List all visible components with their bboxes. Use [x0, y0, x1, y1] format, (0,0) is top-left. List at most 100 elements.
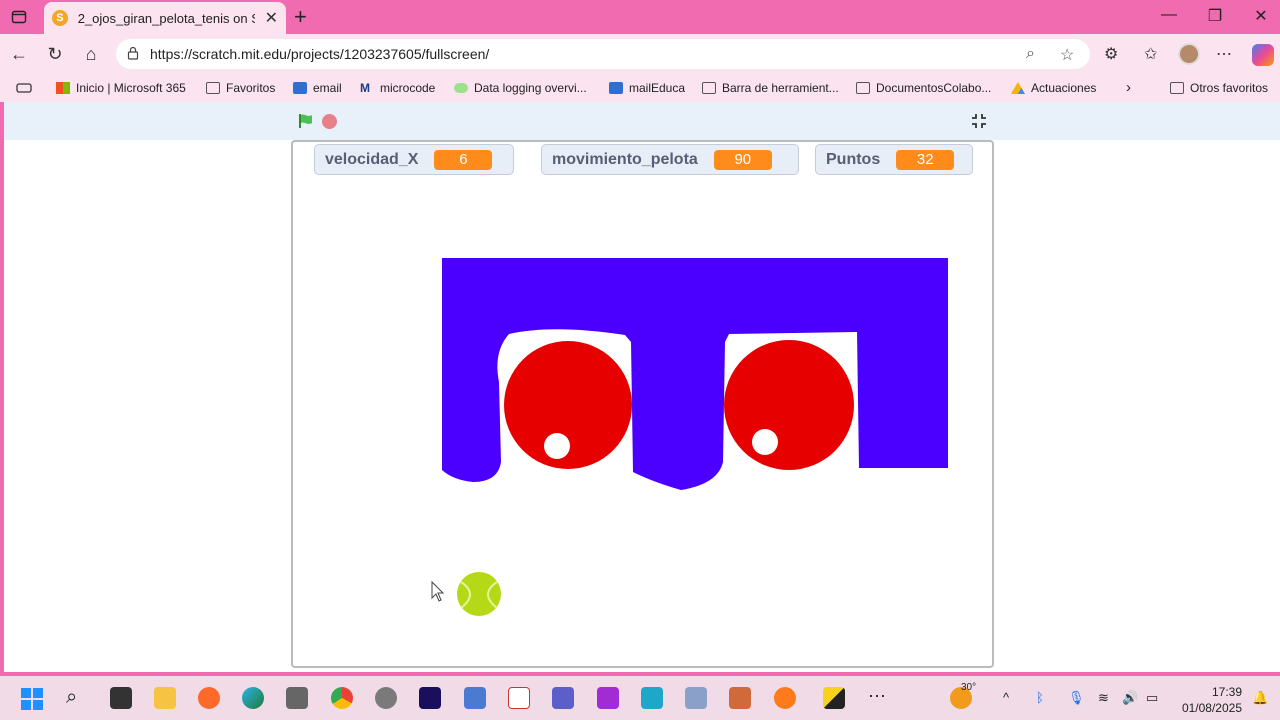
bookmark-data-logging[interactable]: Data logging overvi...: [454, 81, 587, 95]
audition-icon[interactable]: [419, 687, 441, 709]
document-app-icon[interactable]: [508, 687, 530, 709]
browser-tab[interactable]: S 2_ojos_giran_pelota_tenis on Scra ✕: [44, 2, 286, 34]
bookmark-microsoft-365[interactable]: Inicio | Microsoft 365: [56, 81, 186, 95]
scratch-favicon-icon: S: [52, 10, 68, 26]
bookmark-label: microcode: [380, 81, 436, 95]
microsoft-icon: [56, 82, 70, 94]
weather-temperature: 30°: [961, 682, 977, 693]
app-cyan-icon[interactable]: [641, 687, 663, 709]
app-fish-icon[interactable]: [774, 687, 796, 709]
app-purple-icon[interactable]: [597, 687, 619, 709]
zoom-icon[interactable]: ⌕: [1026, 45, 1035, 63]
firefox-icon[interactable]: [198, 687, 220, 709]
link-icon: [454, 83, 468, 93]
bookmark-barra-herramientas[interactable]: Barra de herramient...: [702, 81, 839, 95]
scratch-player-header: [4, 102, 1280, 140]
left-pupil: [544, 433, 570, 459]
home-icon[interactable]: ⌂: [80, 43, 102, 65]
volume-icon[interactable]: 🔊: [1122, 690, 1138, 706]
sticky-app-icon[interactable]: [823, 687, 845, 709]
app-ghost-icon[interactable]: [685, 687, 707, 709]
folder-icon: [702, 82, 716, 94]
address-bar[interactable]: https://scratch.mit.edu/projects/1203237…: [116, 39, 1090, 69]
clock-date: 01/08/2025: [1181, 701, 1242, 715]
profile-avatar[interactable]: [1178, 43, 1200, 65]
chevron-up-icon[interactable]: ^: [1003, 690, 1009, 705]
favorites-icon[interactable]: ✩: [1144, 44, 1157, 64]
stop-icon[interactable]: [322, 114, 337, 129]
scratch-stage[interactable]: velocidad_X 6 movimiento_pelota 90 Punto…: [291, 140, 994, 668]
new-tab-button[interactable]: +: [294, 4, 307, 30]
bookmark-label: Barra de herramient...: [722, 81, 839, 95]
close-tab-icon[interactable]: ✕: [265, 8, 278, 28]
battery-icon[interactable]: ▭: [1146, 690, 1158, 706]
file-explorer-icon[interactable]: [154, 687, 176, 709]
restore-icon[interactable]: ❐: [1200, 6, 1230, 26]
wifi-icon[interactable]: ≋: [1098, 690, 1109, 706]
bookmark-actuaciones[interactable]: Actuaciones: [1011, 81, 1096, 95]
folder-icon: [856, 82, 870, 94]
url-text: https://scratch.mit.edu/projects/1203237…: [150, 46, 490, 62]
close-window-icon[interactable]: ✕: [1246, 6, 1276, 26]
media-app-icon[interactable]: [464, 687, 486, 709]
search-icon[interactable]: ⌕: [66, 686, 77, 709]
refresh-icon[interactable]: ↻: [44, 43, 66, 65]
right-pupil: [752, 429, 778, 455]
extensions-icon[interactable]: ⚙: [1104, 44, 1118, 64]
microphone-icon[interactable]: 🎙: [1068, 690, 1085, 706]
teams-icon[interactable]: [552, 687, 574, 709]
mail-icon: [293, 82, 307, 94]
stage-canvas: [431, 258, 948, 616]
windows-start-icon[interactable]: [21, 688, 43, 710]
bookmark-label: Inicio | Microsoft 365: [76, 81, 186, 95]
mouse-cursor-icon: [431, 580, 445, 602]
clock[interactable]: 17:39 01/08/2025: [1176, 684, 1242, 716]
bookmark-microcode[interactable]: M microcode: [360, 81, 435, 95]
bookmark-email[interactable]: email: [293, 81, 342, 95]
green-flag-icon[interactable]: [298, 113, 314, 129]
bookmark-label: Data logging overvi...: [474, 81, 587, 95]
bookmark-maileduca[interactable]: mailEduca: [609, 81, 685, 95]
task-view-icon[interactable]: [110, 687, 132, 709]
bookmark-label: Otros favoritos: [1190, 81, 1269, 95]
right-eye: [724, 340, 854, 470]
mail-icon: [609, 82, 623, 94]
bookmark-documentos[interactable]: DocumentosColabo...: [856, 81, 991, 95]
copilot-icon[interactable]: [1252, 44, 1274, 66]
collections-icon[interactable]: [16, 81, 32, 98]
chevron-right-icon[interactable]: ›: [1126, 79, 1131, 96]
minimize-icon[interactable]: —: [1154, 6, 1184, 24]
edge-icon[interactable]: [242, 687, 264, 709]
tennis-ball-sprite: [457, 572, 501, 616]
screen: S 2_ojos_giran_pelota_tenis on Scra ✕ + …: [0, 0, 1280, 720]
bookmark-label: Favoritos: [226, 81, 276, 95]
navigation-bar: ← ↻ ⌂ https://scratch.mit.edu/projects/1…: [0, 34, 1280, 74]
windows-taskbar: ⌕ ⋯ 30° ^ ᛒ 🎙 ≋ 🔊 ▭ 17:39 01/08/2025 🔔: [0, 676, 1280, 720]
favorite-star-icon[interactable]: ☆: [1060, 45, 1074, 65]
site-info-icon[interactable]: [126, 46, 140, 65]
clock-time: 17:39: [1211, 685, 1242, 699]
gimp-icon[interactable]: [286, 687, 308, 709]
bluetooth-icon[interactable]: ᛒ: [1036, 690, 1044, 705]
folder-icon: [1170, 82, 1184, 94]
tab-title: 2_ojos_giran_pelota_tenis on Scra: [77, 10, 255, 26]
settings-gear-icon[interactable]: [375, 687, 397, 709]
bookmark-favoritos[interactable]: Favoritos: [206, 81, 275, 95]
microcode-icon: M: [360, 81, 370, 95]
bookmarks-bar: Inicio | Microsoft 365 Favoritos email M…: [0, 74, 1280, 102]
exit-fullscreen-icon[interactable]: [970, 112, 988, 130]
more-apps-icon[interactable]: ⋯: [868, 686, 886, 707]
bookmark-label: DocumentosColabo...: [876, 81, 992, 95]
bookmark-label: mailEduca: [629, 81, 686, 95]
tab-actions-icon[interactable]: [10, 8, 28, 26]
chrome-icon[interactable]: [331, 687, 353, 709]
title-bar: S 2_ojos_giran_pelota_tenis on Scra ✕ + …: [0, 0, 1280, 34]
back-icon[interactable]: ←: [8, 43, 30, 65]
bookmark-label: Actuaciones: [1031, 81, 1097, 95]
bookmark-otros-favoritos[interactable]: Otros favoritos: [1170, 81, 1268, 95]
folder-icon: [206, 82, 220, 94]
more-options-icon[interactable]: ⋯: [1216, 44, 1232, 64]
page-content: velocidad_X 6 movimiento_pelota 90 Punto…: [4, 102, 1280, 672]
notifications-icon[interactable]: 🔔: [1252, 690, 1268, 706]
app-tools-icon[interactable]: [729, 687, 751, 709]
